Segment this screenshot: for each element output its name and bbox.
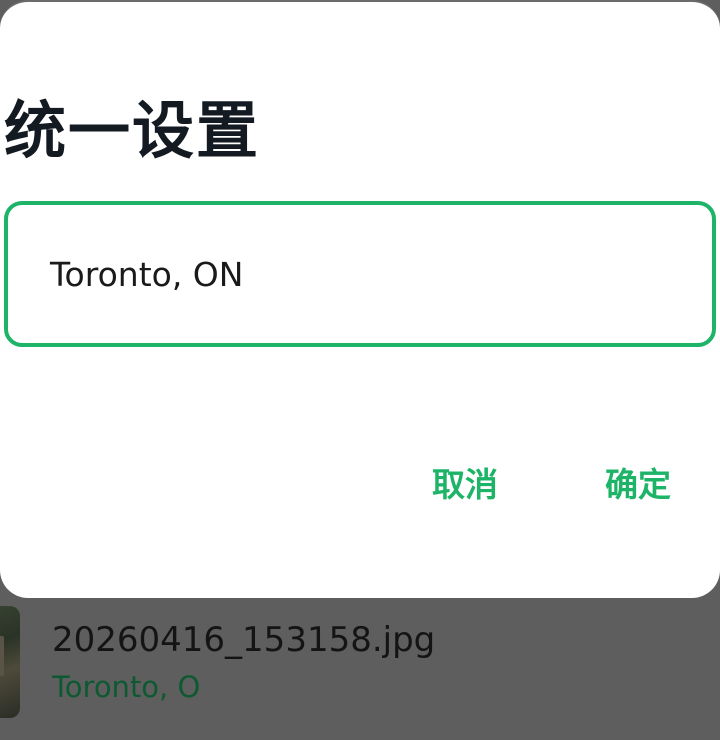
list-item-filename: 20260416_153158.jpg [52,620,436,660]
list-item-location: Toronto, O [52,670,201,704]
location-input-value[interactable]: Toronto, ON [50,255,243,294]
cancel-button[interactable]: 取消 [426,454,504,510]
confirm-button[interactable]: 确定 [599,454,677,510]
screen: 20260416_153158.jpg Toronto, O 统一设置 Toro… [0,0,720,740]
dialog-title: 统一设置 [4,94,261,167]
location-input[interactable]: Toronto, ON [4,201,716,347]
photo-thumbnail [0,606,20,718]
unified-settings-dialog: 统一设置 Toronto, ON 取消 确定 [0,0,720,598]
list-item[interactable]: 20260416_153158.jpg Toronto, O [0,598,720,740]
